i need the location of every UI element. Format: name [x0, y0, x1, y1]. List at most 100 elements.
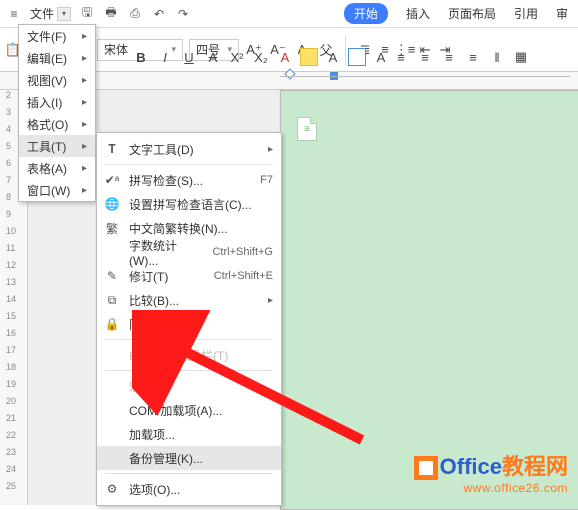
strike-button[interactable]: A: [204, 48, 222, 66]
clear-format-button[interactable]: A: [324, 48, 342, 66]
submenu-item[interactable]: COM 加载项(A)...: [97, 398, 281, 422]
tab-refs[interactable]: 引用: [514, 5, 538, 22]
menu-item[interactable]: 文件(F) ▸: [19, 25, 95, 47]
menu-item[interactable]: 窗口(W)▸: [19, 179, 95, 201]
ruler-tick: 24: [6, 464, 16, 474]
redo-icon[interactable]: ↷: [175, 6, 191, 22]
submenu-arrow-icon: ▸: [82, 31, 87, 42]
tab-start[interactable]: 开始: [344, 3, 388, 24]
align-row: ≡ ≡ ≡ ≡ ‖ ▦: [392, 44, 530, 70]
logo-square-icon: [414, 456, 438, 480]
subscript-button[interactable]: X₂: [252, 48, 270, 66]
logo-text: Office教程网: [414, 449, 568, 481]
submenu-item-label: 宏(M): [129, 378, 273, 395]
file-menu-button[interactable]: 文件 ▾: [30, 5, 71, 22]
text-icon: 𝐓: [103, 140, 121, 158]
menu-item[interactable]: 插入(I) ▸: [19, 91, 95, 113]
submenu-arrow-icon: ▸: [268, 295, 273, 306]
menu-icon[interactable]: ≡: [6, 6, 22, 22]
ruler-tick: 25: [6, 481, 16, 491]
menu-separator: [105, 339, 273, 340]
blank-icon: [103, 449, 121, 467]
shading-button[interactable]: [348, 48, 366, 66]
save-icon[interactable]: 🖫: [79, 6, 95, 22]
submenu-arrow-icon: ▸: [82, 141, 87, 152]
document-page[interactable]: ≡: [280, 90, 578, 510]
submenu-item-label: 中文简繁转换(N)...: [129, 220, 273, 237]
submenu-item-label: 选项(O)...: [129, 481, 273, 498]
ruler-tick: 20: [6, 396, 16, 406]
font-color-button[interactable]: A: [276, 48, 294, 66]
align-left-icon[interactable]: ≡: [392, 48, 410, 66]
line-spacing-icon[interactable]: ‖: [488, 48, 506, 66]
menu-item[interactable]: 格式(O) ▸: [19, 113, 95, 135]
submenu-arrow-icon: ▸: [82, 97, 87, 108]
main-menu: 文件(F) ▸ 编辑(E)▸视图(V)▸ 插入(I) ▸ 格式(O) ▸ 工具(T) ▸ 表格(A…: [18, 24, 96, 202]
ruler-tick: 5: [6, 141, 11, 151]
menu-item-label: 文件(F): [27, 28, 66, 45]
ruler-tick: 13: [6, 277, 16, 287]
tab-review[interactable]: 审: [556, 5, 568, 22]
border-icon[interactable]: ▦: [512, 48, 530, 66]
underline-button[interactable]: U: [180, 48, 198, 66]
menu-item-label: 格式(O): [27, 116, 68, 133]
ribbon-tabs: 开始 插入 页面布局 引用 审: [344, 3, 572, 24]
submenu-item[interactable]: ⚙ 选项(O)...: [97, 477, 281, 501]
submenu-item[interactable]: 🌐设置拼写检查语言(C)...: [97, 192, 281, 216]
submenu-item-label: COM 加载项(A)...: [129, 402, 273, 419]
submenu-item[interactable]: 字数统计(W)...Ctrl+Shift+G: [97, 240, 281, 264]
submenu-item[interactable]: ⧉比较(B)...▸: [97, 288, 281, 312]
submenu-arrow-icon: ▸: [82, 119, 87, 130]
print-icon[interactable]: 🖶: [103, 6, 119, 22]
ruler-tick: 6: [6, 158, 11, 168]
submenu-item[interactable]: ✎修订(T)Ctrl+Shift+E: [97, 264, 281, 288]
undo-icon[interactable]: ↶: [151, 6, 167, 22]
submenu-item-label: 加载项...: [129, 426, 273, 443]
ruler-tick: 3: [6, 107, 11, 117]
menu-separator: [105, 473, 273, 474]
submenu-item-label: 邮件合并工具栏(T): [129, 347, 273, 364]
menu-item[interactable]: 工具(T) ▸: [19, 135, 95, 157]
ruler-tick: 12: [6, 260, 16, 270]
ruler-tick: 14: [6, 294, 16, 304]
dropdown-icon: ▾: [57, 7, 71, 21]
menu-item[interactable]: 表格(A)▸: [19, 157, 95, 179]
submenu-item-label: 字数统计(W)...: [129, 237, 204, 268]
menu-item-label: 插入(I): [27, 94, 62, 111]
ruler-tick: 10: [6, 226, 16, 236]
align-center-icon[interactable]: ≡: [416, 48, 434, 66]
ruler-tick: 18: [6, 362, 16, 372]
tab-stop-icon[interactable]: [330, 72, 338, 80]
align-justify-icon[interactable]: ≡: [464, 48, 482, 66]
tab-layout[interactable]: 页面布局: [448, 5, 496, 22]
submenu-item: 宏(M): [97, 374, 281, 398]
superscript-button[interactable]: X²: [228, 48, 246, 66]
align-right-icon[interactable]: ≡: [440, 48, 458, 66]
menu-item-label: 编辑(E): [27, 50, 67, 67]
menu-item[interactable]: 视图(V)▸: [19, 69, 95, 91]
watermark-logo: Office教程网 www.office26.com: [414, 449, 568, 495]
blank-icon: [103, 377, 121, 395]
submenu-item-label: 比较(B)...: [129, 292, 260, 309]
tab-insert[interactable]: 插入: [406, 5, 430, 22]
menu-item-label: 工具(T): [27, 138, 66, 155]
submenu-item[interactable]: 🔒限制编辑(P): [97, 312, 281, 336]
ruler-tick: 11: [6, 243, 15, 253]
submenu-item[interactable]: 𝐓文字工具(D)▸: [97, 137, 281, 161]
submenu-item[interactable]: ✔ᵃ拼写检查(S)...F7: [97, 168, 281, 192]
logo-url: www.office26.com: [414, 481, 568, 495]
track-icon: ✎: [103, 267, 121, 285]
shortcut-label: Ctrl+Shift+E: [214, 270, 273, 282]
file-menu-label: 文件: [30, 5, 54, 22]
italic-button[interactable]: I: [156, 48, 174, 66]
submenu-item[interactable]: 备份管理(K)...: [97, 446, 281, 470]
menu-item[interactable]: 编辑(E)▸: [19, 47, 95, 69]
gear-icon: ⚙: [103, 480, 121, 498]
ruler-tick: 19: [6, 379, 16, 389]
format-row: B I U A X² X₂ A A A: [132, 44, 390, 70]
bold-button[interactable]: B: [132, 48, 150, 66]
highlight-button[interactable]: [300, 48, 318, 66]
submenu-item[interactable]: 加载项...: [97, 422, 281, 446]
print-preview-icon[interactable]: ⎙: [127, 6, 143, 22]
style-button[interactable]: A: [372, 48, 390, 66]
